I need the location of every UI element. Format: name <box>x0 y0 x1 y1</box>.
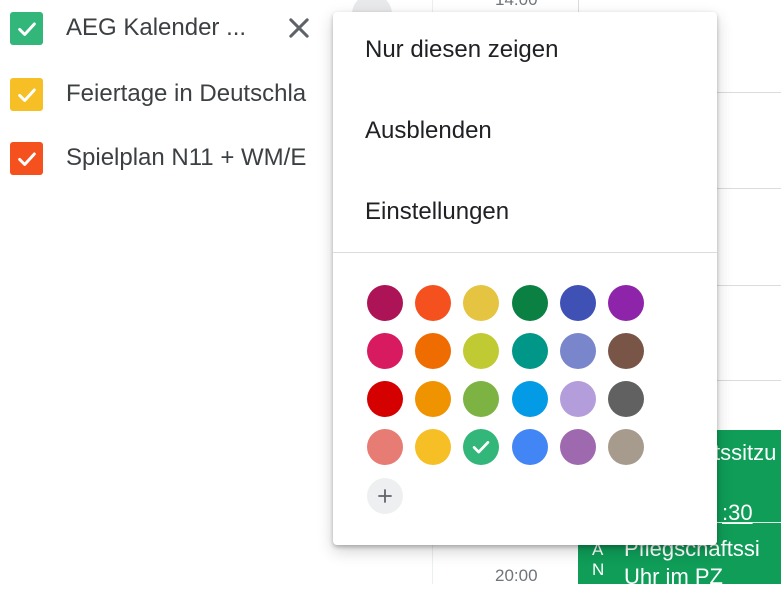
color-swatch[interactable] <box>559 429 596 465</box>
check-icon <box>17 151 36 166</box>
calendar-checkbox[interactable] <box>10 142 43 175</box>
color-swatch[interactable] <box>608 285 644 321</box>
color-swatch[interactable] <box>415 381 452 417</box>
calendar-label: AEG Kalender ... <box>66 14 247 41</box>
color-swatch[interactable] <box>608 333 644 369</box>
time-label: 14:00 <box>495 0 538 10</box>
color-swatch[interactable] <box>367 333 403 369</box>
event-location: Uhr im PZ <box>624 564 723 589</box>
color-swatch[interactable] <box>559 333 596 369</box>
event-title: tssitzu <box>714 440 777 465</box>
color-swatch[interactable] <box>511 285 548 321</box>
color-swatch[interactable] <box>511 333 548 369</box>
menu-item-settings[interactable]: Einstellungen <box>333 182 717 242</box>
color-swatch[interactable] <box>511 429 548 465</box>
color-swatch[interactable] <box>559 381 596 417</box>
time-label: 20:00 <box>495 566 538 585</box>
color-swatch[interactable] <box>367 381 403 417</box>
check-icon <box>17 87 36 102</box>
calendar-label: Spielplan N11 + WM/E <box>66 144 307 171</box>
menu-item-show-only-this[interactable]: Nur diesen zeigen <box>333 20 717 80</box>
color-swatch[interactable] <box>367 429 403 465</box>
check-icon <box>17 21 36 36</box>
color-swatch[interactable] <box>608 429 644 465</box>
calendar-label: Feiertage in Deutschla <box>66 80 307 107</box>
calendar-checkbox[interactable] <box>10 12 43 45</box>
add-icon <box>378 489 392 503</box>
color-swatch[interactable] <box>559 285 596 321</box>
calendar-options-menu: Nur diesen zeigen Ausblenden Einstellung… <box>333 12 717 545</box>
color-swatch[interactable] <box>463 333 500 369</box>
color-swatch[interactable] <box>511 381 548 417</box>
event-marker: A N <box>592 540 605 579</box>
menu-item-hide[interactable]: Ausblenden <box>333 101 717 161</box>
calendar-checkbox[interactable] <box>10 78 43 111</box>
color-swatch[interactable] <box>415 429 452 465</box>
color-swatch[interactable] <box>367 285 403 321</box>
check-icon <box>473 441 490 454</box>
close-icon[interactable] <box>285 14 313 42</box>
add-custom-color-button[interactable] <box>367 478 403 514</box>
color-swatch[interactable] <box>608 381 644 417</box>
color-swatch[interactable] <box>463 381 500 417</box>
color-swatch[interactable] <box>463 285 500 321</box>
color-swatch[interactable] <box>415 285 452 321</box>
menu-divider <box>333 252 717 253</box>
color-swatch[interactable] <box>463 429 500 465</box>
color-swatch[interactable] <box>415 333 452 369</box>
